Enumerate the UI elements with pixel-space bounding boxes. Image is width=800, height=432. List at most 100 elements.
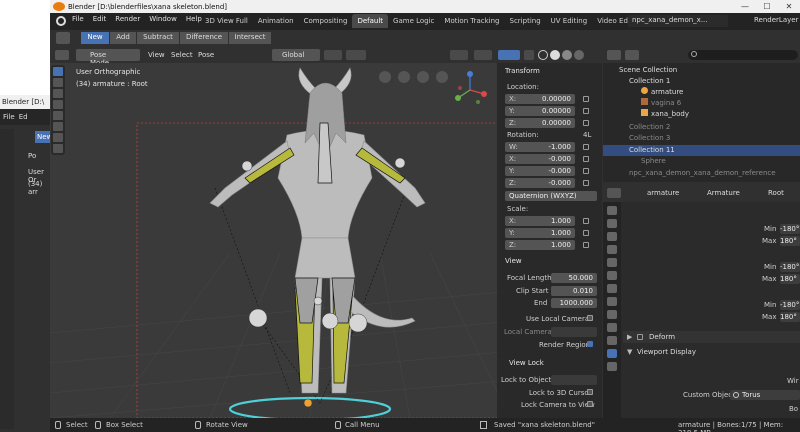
rotation-w-field[interactable]: W: -1.000 (505, 142, 575, 152)
view-layer-props-icon[interactable] (607, 245, 617, 254)
grid-icon[interactable] (379, 71, 391, 83)
camera-icon[interactable] (398, 71, 410, 83)
location-z-field[interactable]: Z: 0.00000 (505, 118, 575, 128)
view-panel-header[interactable]: View (497, 255, 522, 267)
outliner-search-input[interactable] (688, 50, 798, 60)
editor-type-icon[interactable] (55, 50, 69, 60)
select-tool-icon[interactable] (56, 32, 70, 44)
xray-icon[interactable] (524, 50, 534, 60)
zoom-icon[interactable] (436, 71, 448, 83)
scene-props-icon[interactable] (607, 258, 617, 267)
lock-to-3d-cursor-checkbox[interactable] (587, 389, 593, 395)
limit-max-field[interactable]: 180° (780, 236, 800, 246)
clip-end-field[interactable]: 1000.000 (551, 298, 597, 308)
tab-animation[interactable]: Animation (253, 14, 299, 28)
maximize-button[interactable]: ☐ (756, 2, 778, 11)
viewport-display-panel-header[interactable]: ▼ Viewport Display (623, 346, 800, 358)
scale-y-field[interactable]: Y: 1.000 (505, 228, 575, 238)
blender-menu-icon[interactable] (56, 16, 66, 26)
3d-viewport[interactable]: User Orthographic (34) armature : Root T… (50, 63, 602, 418)
properties-editor-icon[interactable] (607, 188, 621, 198)
tool-annotate[interactable] (53, 133, 63, 142)
clip-start-field[interactable]: 0.010 (551, 286, 597, 296)
object-props-icon[interactable] (607, 284, 617, 293)
modifier-props-icon[interactable] (607, 297, 617, 306)
tab-game-logic[interactable]: Game Logic (388, 14, 439, 28)
location-x-field[interactable]: X: 0.00000 (505, 94, 575, 104)
outliner-row-collection-1[interactable]: Collection 1 (603, 76, 800, 87)
menu-file[interactable]: File (72, 15, 84, 23)
limit-min-field[interactable]: -180° (780, 224, 800, 234)
pose-mode-dropdown[interactable]: Pose Mode (76, 49, 140, 67)
overlay-icon[interactable] (498, 50, 520, 60)
background-menu-file[interactable]: File (3, 113, 15, 121)
rotation-y-field[interactable]: Y: -0.000 (505, 166, 575, 176)
local-camera-field[interactable] (551, 327, 597, 337)
limit-max-field[interactable]: 180° (780, 274, 800, 284)
outliner-row-collection-3[interactable]: Collection 3 (603, 133, 800, 144)
deform-checkbox[interactable] (637, 334, 643, 340)
rotation-z-field[interactable]: Z: -0.000 (505, 178, 575, 188)
lock-icon[interactable] (583, 180, 589, 186)
rotation-mode-dropdown[interactable]: Quaternion (WXYZ) (505, 191, 597, 201)
viewport-menu-view[interactable]: View (148, 51, 165, 59)
background-menu-edit[interactable]: Ed (19, 113, 28, 121)
lock-icon[interactable] (583, 218, 589, 224)
tab-motion-tracking[interactable]: Motion Tracking (439, 14, 504, 28)
visibility-icon[interactable] (450, 50, 468, 60)
focal-length-field[interactable]: 50.000 (551, 273, 597, 283)
lock-camera-to-view-checkbox[interactable] (587, 401, 593, 407)
outliner-filter-icon[interactable] (625, 50, 639, 60)
lock-to-object-field[interactable] (551, 375, 597, 385)
lock-icon[interactable] (583, 156, 589, 162)
location-y-field[interactable]: Y: 0.00000 (505, 106, 575, 116)
menu-edit[interactable]: Edit (93, 15, 107, 23)
tool-cursor[interactable] (53, 78, 63, 87)
tab-compositing[interactable]: Compositing (299, 14, 353, 28)
mode-intersect-button[interactable]: Intersect (229, 32, 271, 44)
mode-difference-button[interactable]: Difference (180, 32, 228, 44)
tool-rotate[interactable] (53, 100, 63, 109)
transform-panel-header[interactable]: Transform (497, 65, 540, 77)
tab-scripting[interactable]: Scripting (505, 14, 546, 28)
breadcrumb-data[interactable]: Armature (707, 189, 740, 197)
constraint-props-icon[interactable] (607, 323, 617, 332)
snap-icon[interactable] (346, 50, 366, 60)
scale-z-field[interactable]: Z: 1.000 (505, 240, 575, 250)
rotation-x-field[interactable]: X: -0.000 (505, 154, 575, 164)
output-props-icon[interactable] (607, 232, 617, 241)
limit-max-field[interactable]: 180° (780, 312, 800, 322)
world-props-icon[interactable] (607, 271, 617, 280)
shading-wireframe-icon[interactable] (538, 50, 548, 60)
physics-props-icon[interactable] (607, 310, 617, 319)
orientation-dropdown[interactable]: Global (272, 49, 320, 61)
tool-scale[interactable] (53, 111, 63, 120)
shading-rendered-icon[interactable] (574, 50, 584, 60)
mode-new-button[interactable]: New (81, 32, 109, 44)
outliner-row-scene-collection[interactable]: Scene Collection (603, 65, 800, 76)
render-props-icon[interactable] (607, 219, 617, 228)
outliner-row-reference[interactable]: npc_xana_demon_xana_demon_reference (603, 168, 800, 179)
data-props-icon[interactable] (607, 336, 617, 345)
mode-add-button[interactable]: Add (110, 32, 136, 44)
breadcrumb-object[interactable]: armature (647, 189, 679, 197)
use-local-camera-checkbox[interactable] (587, 315, 593, 321)
gizmo-icon[interactable] (474, 50, 492, 60)
shading-solid-icon[interactable] (550, 50, 560, 60)
tool-measure[interactable] (53, 144, 63, 153)
viewport-menu-select[interactable]: Select (171, 51, 193, 59)
outliner-row-sphere[interactable]: Sphere (603, 156, 800, 167)
tool-props-icon[interactable] (607, 206, 617, 215)
outliner-row-xana-body[interactable]: xana_body (603, 109, 800, 120)
lock-icon[interactable] (583, 144, 589, 150)
outliner-row-collection-11[interactable]: Collection 11 (603, 145, 800, 156)
tab-uv-editing[interactable]: UV Editing (546, 14, 593, 28)
custom-object-field[interactable]: Torus (730, 390, 800, 400)
menu-render[interactable]: Render (115, 15, 140, 23)
viewport-menu-pose[interactable]: Pose (198, 51, 214, 59)
menu-window[interactable]: Window (149, 15, 177, 23)
view-lock-header[interactable]: View Lock (497, 357, 544, 369)
outliner-row-collection-2[interactable]: Collection 2 (603, 122, 800, 133)
tab-3d-view-full[interactable]: 3D View Full (200, 14, 253, 28)
breadcrumb-bone[interactable]: Root (768, 189, 784, 197)
